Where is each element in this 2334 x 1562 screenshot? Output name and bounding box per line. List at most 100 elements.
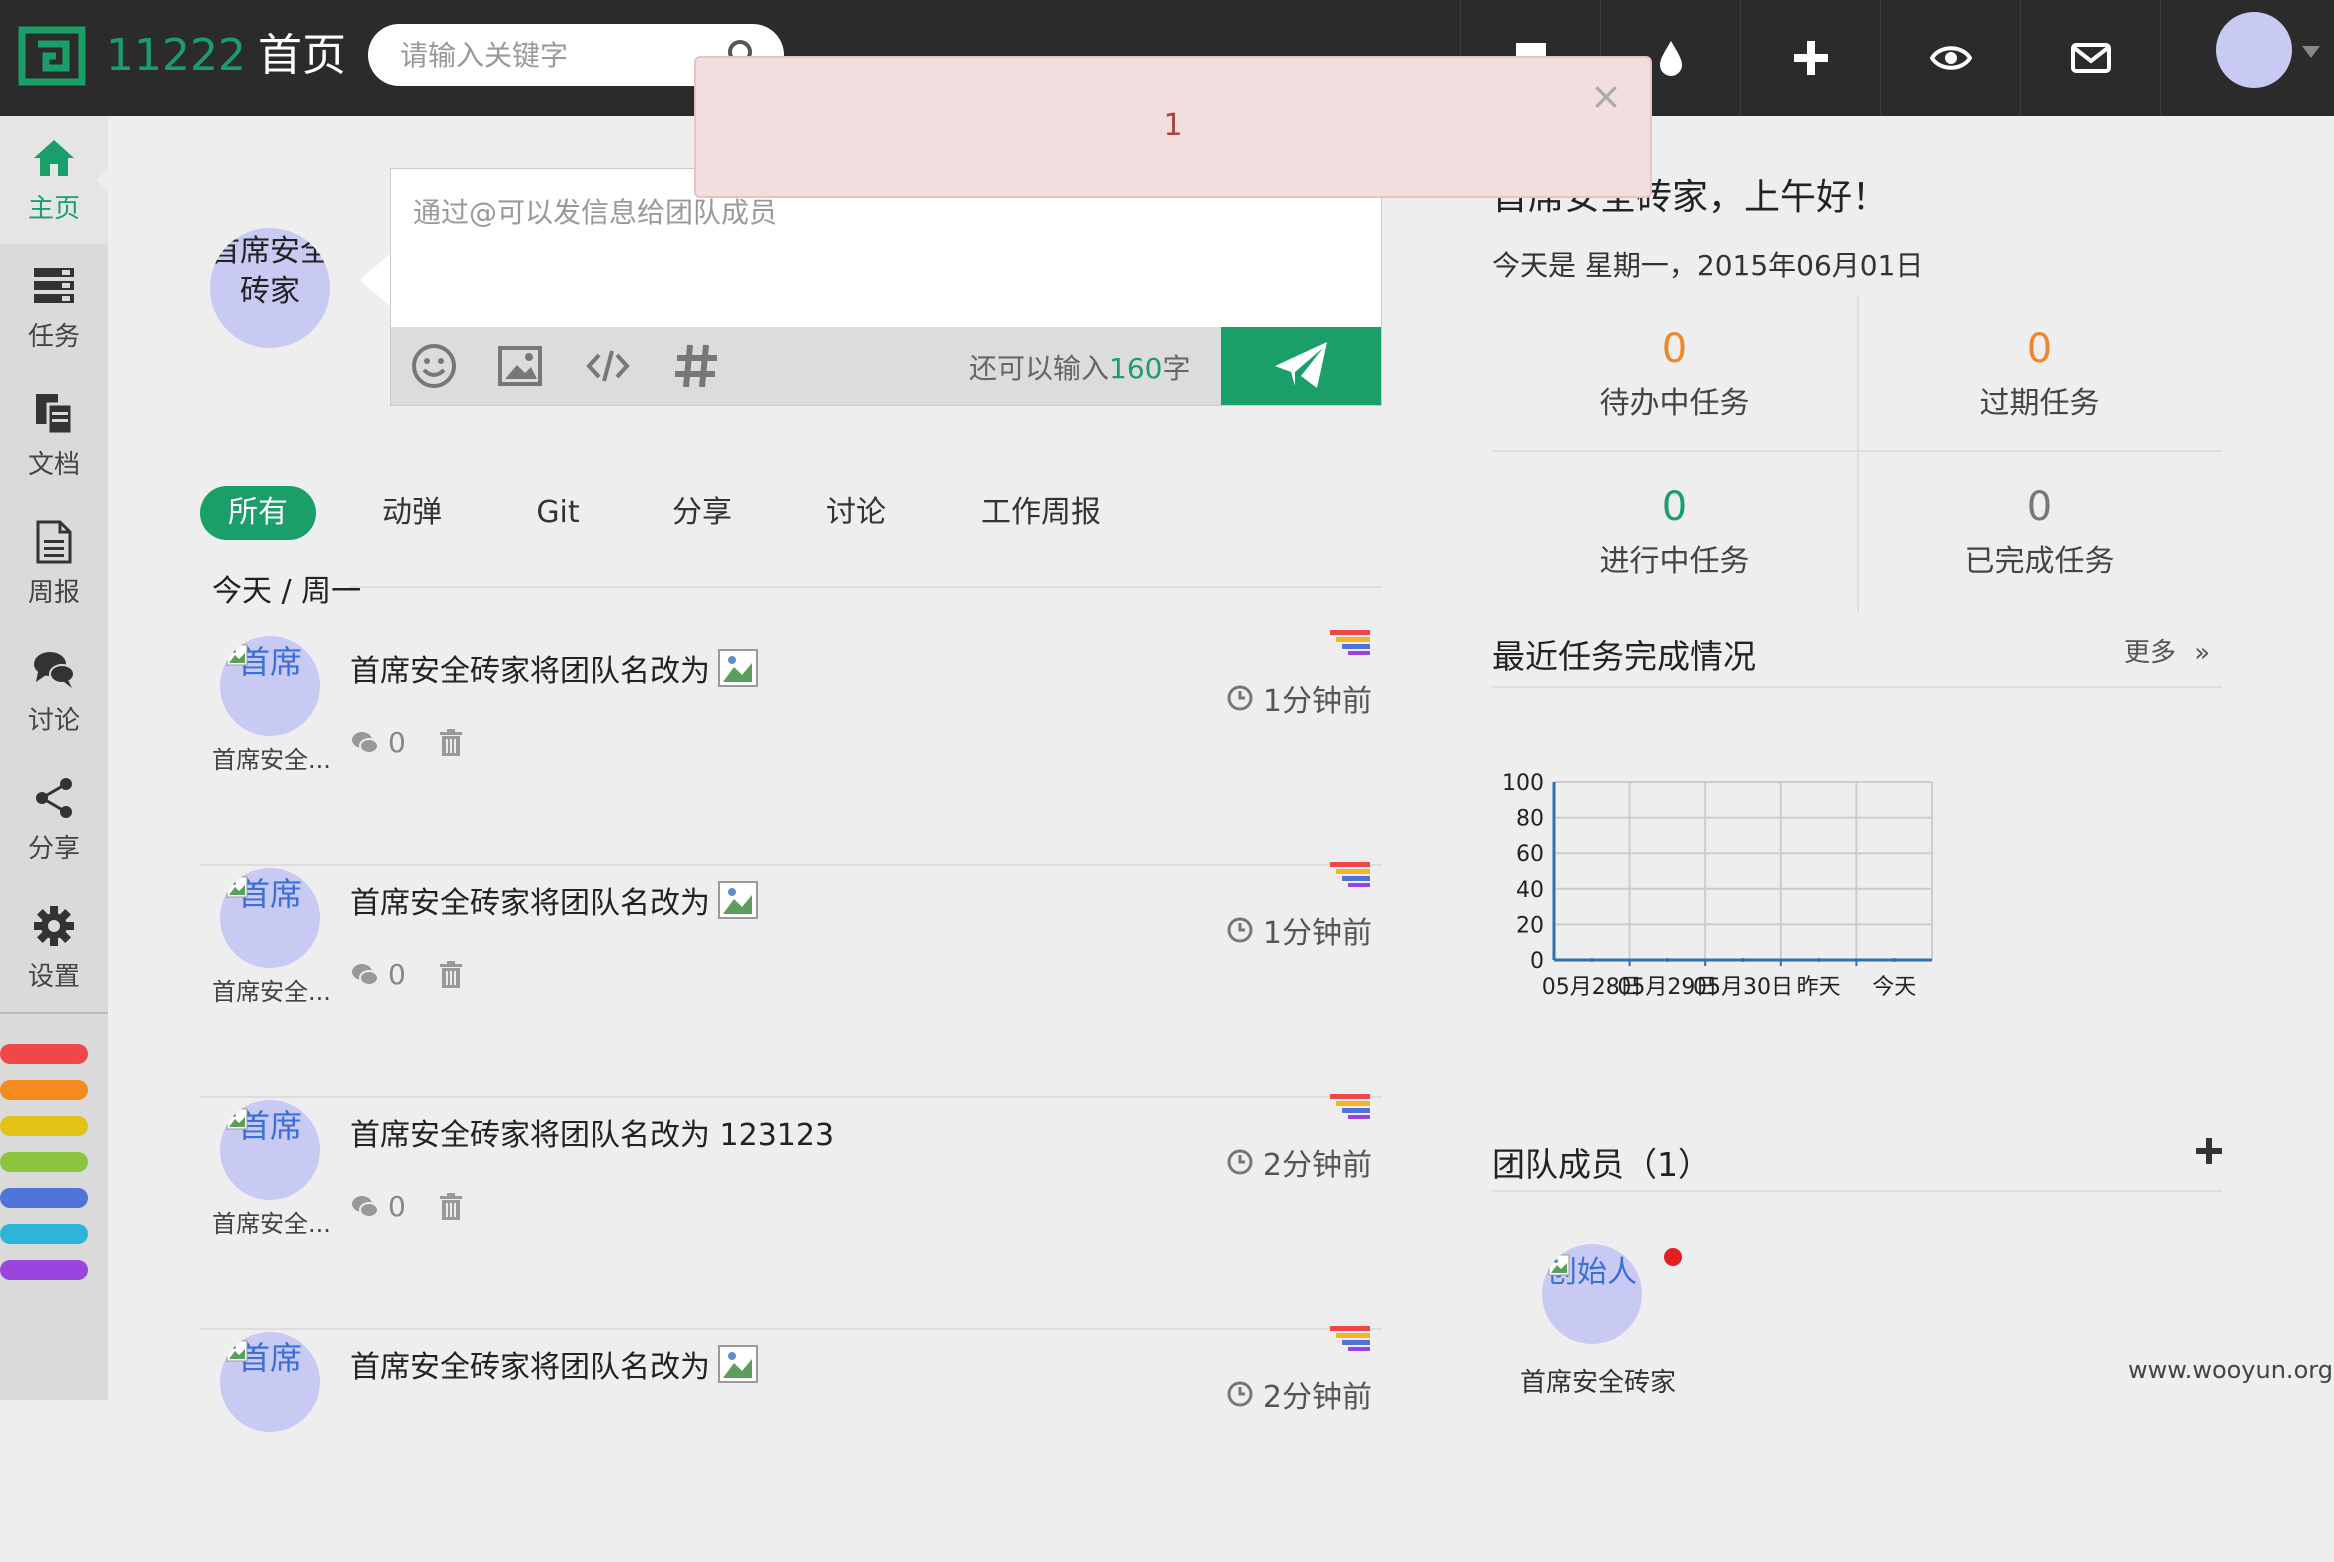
close-icon[interactable]: × xyxy=(1590,74,1622,118)
color-tag-icon[interactable] xyxy=(1330,628,1372,656)
sidebar-item-documents[interactable]: 文档 xyxy=(0,372,108,500)
y-tick-label: 0 xyxy=(1530,949,1544,974)
x-tick-label: 05月30日 xyxy=(1693,975,1793,1000)
stat-value: 0 xyxy=(1661,326,1688,372)
more-link[interactable]: 更多 » xyxy=(2124,632,2210,669)
message-input[interactable] xyxy=(411,189,1351,289)
sidebar-item-settings[interactable]: 设置 xyxy=(0,884,108,1012)
sidebar-divider xyxy=(0,1012,108,1014)
feed-message: 首席安全砖家将团队名改为 xyxy=(350,886,710,921)
alert-text: 1 xyxy=(1163,108,1183,143)
feed-time: 2分钟前 xyxy=(1227,1140,1372,1184)
color-label-bar[interactable] xyxy=(0,1224,88,1244)
tab-all[interactable]: 所有 xyxy=(200,486,316,540)
broken-image-icon xyxy=(718,881,758,919)
feed-message: 首席安全砖家将团队名改为 xyxy=(350,1350,710,1385)
counter-suffix: 字 xyxy=(1162,352,1191,385)
comment-count: 0 xyxy=(388,958,406,991)
stat-in-progress[interactable]: 0 进行中任务 xyxy=(1492,454,1857,612)
stat-overdue[interactable]: 0 过期任务 xyxy=(1857,296,2222,454)
stat-completed[interactable]: 0 已完成任务 xyxy=(1857,454,2222,612)
tab-weekly-report[interactable]: 工作周报 xyxy=(978,486,1104,540)
feed-text: 首席安全砖家将团队名改为 xyxy=(350,1342,758,1386)
clock-icon xyxy=(1227,1381,1253,1407)
comment-icon[interactable] xyxy=(350,1192,380,1222)
sidebar-item-home[interactable]: 主页 xyxy=(0,116,108,244)
broken-image-icon xyxy=(226,1340,248,1362)
report-icon xyxy=(36,520,72,563)
feed-avatar[interactable]: 首席 xyxy=(220,1332,320,1432)
stat-value: 0 xyxy=(2026,326,2053,372)
data-point xyxy=(1816,958,1821,962)
brand-title[interactable]: 11222 首页 xyxy=(106,26,346,86)
nav-item-mail[interactable] xyxy=(2020,0,2160,116)
color-label-bar[interactable] xyxy=(0,1044,88,1064)
feed-time-text: 2分钟前 xyxy=(1262,1148,1372,1183)
caret-down-icon[interactable] xyxy=(2302,46,2320,58)
x-tick-label: 今天 xyxy=(1872,975,1916,1000)
comment-icon[interactable] xyxy=(350,960,380,990)
feed-avatar[interactable]: 首席 xyxy=(220,636,320,736)
composer-avatar[interactable]: 首席安全砖家 xyxy=(210,228,330,348)
color-label-bar[interactable] xyxy=(0,1260,88,1280)
send-button[interactable] xyxy=(1221,327,1381,405)
sidebar-item-weekly-report[interactable]: 周报 xyxy=(0,500,108,628)
day-divider xyxy=(350,586,1382,588)
composer-pointer xyxy=(360,252,392,308)
y-tick-label: 40 xyxy=(1516,878,1544,903)
smile-icon[interactable] xyxy=(411,343,457,389)
sidebar-item-label: 任务 xyxy=(27,321,80,352)
broken-image-icon xyxy=(226,876,248,898)
color-label-bar[interactable] xyxy=(0,1080,88,1100)
comment-icon[interactable] xyxy=(350,728,380,758)
tab-tweets[interactable]: 动弹 xyxy=(370,486,454,540)
add-member-plus-icon[interactable] xyxy=(2194,1136,2224,1166)
trash-icon[interactable] xyxy=(436,728,466,758)
user-avatar[interactable] xyxy=(2216,12,2292,88)
color-label-bar[interactable] xyxy=(0,1188,88,1208)
sidebar-item-discussion[interactable]: 讨论 xyxy=(0,628,108,756)
trash-icon[interactable] xyxy=(436,960,466,990)
feed-item: 首席 首席安全... 首席安全砖家将团队名改为 123123 0 2分钟前 xyxy=(200,1094,1382,1330)
feed-author-name[interactable]: 首席安全... xyxy=(212,972,342,1007)
member-name[interactable]: 首席安全砖家 xyxy=(1520,1362,1676,1399)
counter-number: 160 xyxy=(1109,352,1163,385)
trash-icon[interactable] xyxy=(436,1192,466,1222)
logo-icon[interactable] xyxy=(18,26,86,86)
hash-icon[interactable] xyxy=(673,343,719,389)
sidebar-item-tasks[interactable]: 任务 xyxy=(0,244,108,372)
sidebar-item-share[interactable]: 分享 xyxy=(0,756,108,884)
nav-item-watch[interactable] xyxy=(1880,0,2020,116)
color-label-bar[interactable] xyxy=(0,1116,88,1136)
feed-actions: 0 xyxy=(350,726,466,759)
feed-avatar[interactable]: 首席 xyxy=(220,868,320,968)
sidebar-item-label: 设置 xyxy=(27,961,80,992)
image-icon[interactable] xyxy=(497,343,543,389)
feed-author-name[interactable]: 首席安全... xyxy=(212,1204,342,1239)
color-tag-icon[interactable] xyxy=(1330,1324,1372,1352)
nav-item-add[interactable] xyxy=(1740,0,1880,116)
feed-author-name[interactable]: 首席安全... xyxy=(212,740,342,775)
day-header: 今天 / 周一 xyxy=(212,574,362,609)
tab-discussion[interactable]: 讨论 xyxy=(818,486,894,540)
color-tag-icon[interactable] xyxy=(1330,860,1372,888)
stat-pending[interactable]: 0 待办中任务 xyxy=(1492,296,1857,454)
broken-image-icon xyxy=(226,644,248,666)
feed-actions: 0 xyxy=(350,958,466,991)
feed-time-text: 1分钟前 xyxy=(1262,684,1372,719)
chart-title-divider xyxy=(1492,686,2222,688)
comment-count: 0 xyxy=(388,1190,406,1223)
chart-svg: 02040608010005月28日05月29日05月30日 昨天 今天 xyxy=(1502,771,1933,1000)
broken-image-icon xyxy=(718,1345,758,1383)
team-name: 11222 xyxy=(106,30,246,81)
task-stats: 0 待办中任务 0 过期任务 0 进行中任务 0 已完成任务 xyxy=(1492,296,2222,612)
color-label-bar[interactable] xyxy=(0,1152,88,1172)
tab-git[interactable]: Git xyxy=(528,486,588,540)
search-input[interactable] xyxy=(398,24,728,86)
feed-avatar[interactable]: 首席 xyxy=(220,1100,320,1200)
code-icon[interactable] xyxy=(585,343,631,389)
active-indicator xyxy=(96,168,108,192)
member-avatar[interactable]: 创始人 xyxy=(1542,1244,1642,1344)
tab-share[interactable]: 分享 xyxy=(664,486,740,540)
color-tag-icon[interactable] xyxy=(1330,1092,1372,1120)
